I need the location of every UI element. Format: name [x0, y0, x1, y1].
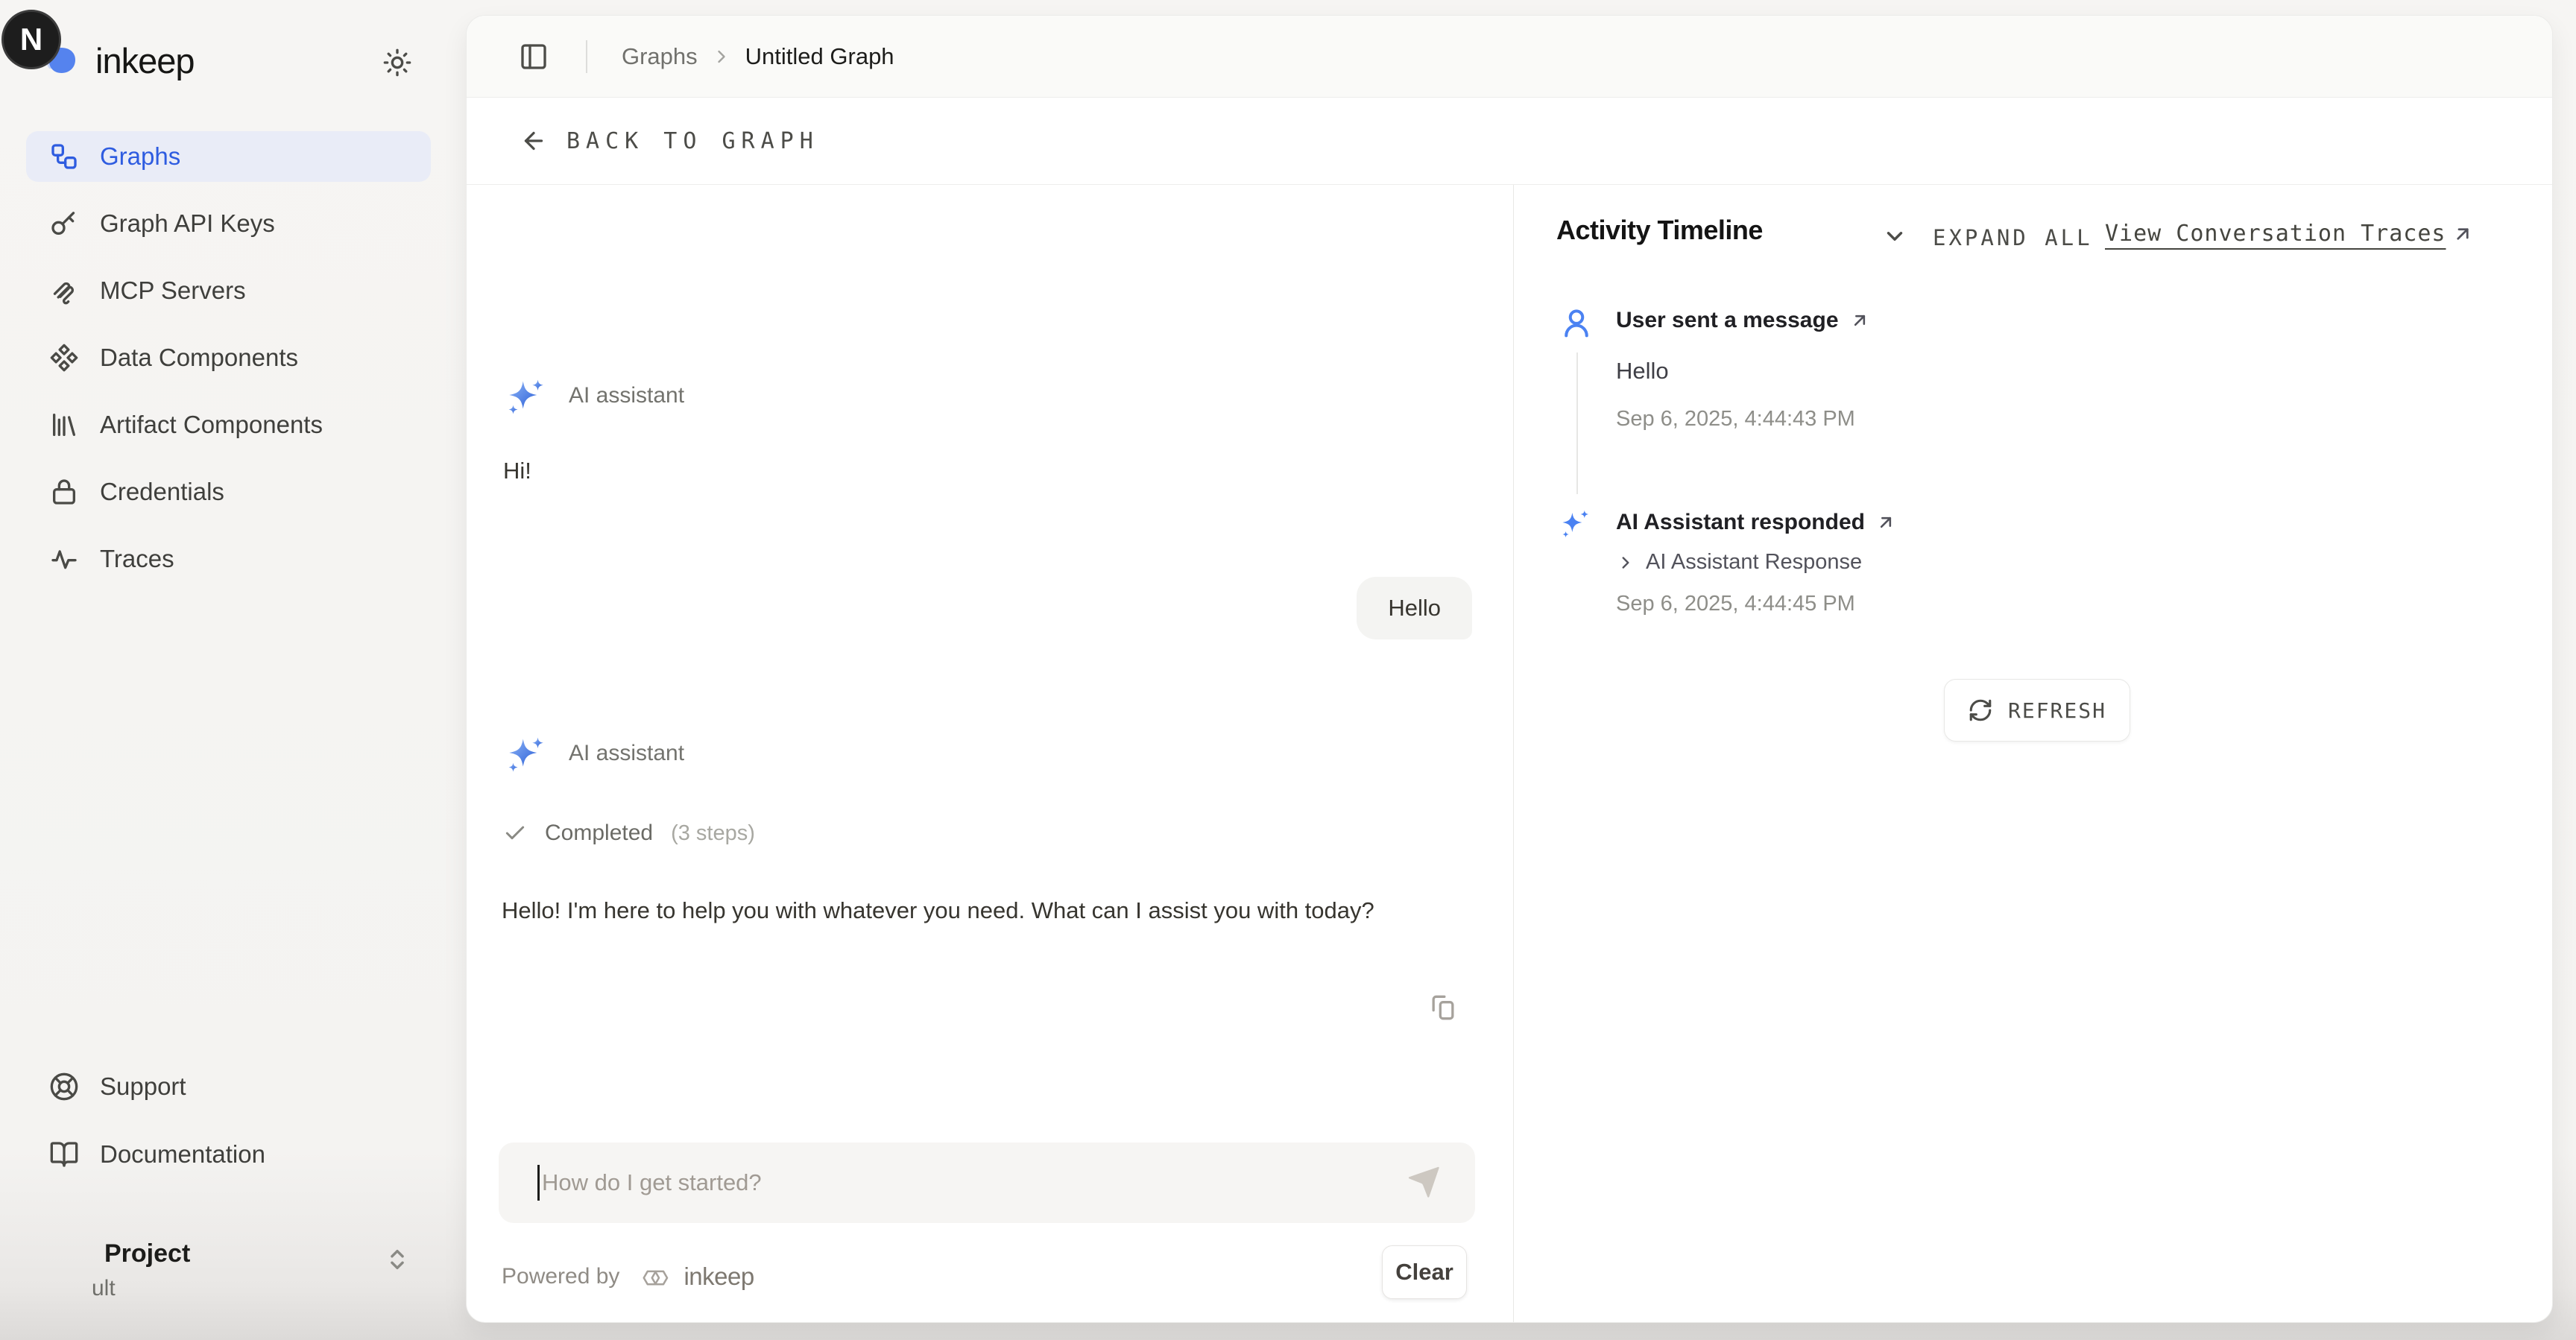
sidebar-item-graphs[interactable]: Graphs — [26, 131, 431, 182]
assistant-message: Hi! — [503, 458, 531, 484]
powered-by-row[interactable]: Powered by inkeep — [502, 1260, 754, 1293]
sun-icon — [382, 48, 412, 78]
chat-input-container — [499, 1143, 1475, 1223]
book-open-icon — [49, 1140, 79, 1169]
theme-toggle-button[interactable] — [379, 45, 415, 80]
timeline-event-timestamp: Sep 6, 2025, 4:44:43 PM — [1616, 407, 1855, 432]
timeline-event-body: Hello — [1616, 358, 1669, 385]
ai-sparkles-icon — [1557, 507, 1593, 543]
check-icon — [503, 821, 527, 845]
sidebar-item-label: Traces — [100, 545, 174, 573]
mcp-icon — [49, 276, 79, 306]
sidebar-item-label: Graph API Keys — [100, 209, 275, 238]
arrow-left-icon — [520, 127, 547, 154]
sidebar-item-mcp-servers[interactable]: MCP Servers — [26, 265, 431, 316]
main-panel: Graphs Untitled Graph BACK TO GRAPH AI a… — [466, 15, 2553, 1323]
expand-all-button[interactable]: EXPAND ALL — [1933, 225, 2093, 250]
nextjs-dev-badge[interactable]: N — [1, 10, 61, 69]
timeline-title: Activity Timeline — [1556, 215, 1763, 246]
sidebar-item-label: Graphs — [100, 142, 180, 171]
activity-icon — [49, 544, 79, 574]
top-bar: Graphs Untitled Graph — [467, 16, 2552, 98]
timeline-event-title[interactable]: AI Assistant responded — [1616, 510, 1896, 535]
sidebar-toggle-icon[interactable] — [519, 42, 549, 72]
collapsed-label: AI Assistant Response — [1646, 550, 1862, 575]
sidebar-item-data-components[interactable]: Data Components — [26, 332, 431, 383]
sidebar-item-label: Support — [100, 1072, 186, 1101]
sidebar-item-traces[interactable]: Traces — [26, 534, 431, 584]
sidebar-item-label: Data Components — [100, 344, 298, 372]
assistant-label: AI assistant — [569, 383, 684, 408]
sidebar-item-artifact-components[interactable]: Artifact Components — [26, 399, 431, 450]
clear-button[interactable]: Clear — [1382, 1245, 1467, 1299]
brand-name: inkeep — [95, 40, 195, 81]
assistant-response: Hello! I'm here to help you with whateve… — [502, 891, 1471, 930]
text-caret — [537, 1165, 540, 1201]
chevron-right-icon — [1616, 553, 1635, 572]
chat-input[interactable] — [542, 1143, 1399, 1223]
sidebar: inkeep Graphs Graph API Keys — [0, 0, 466, 1340]
sidebar-item-label: Artifact Components — [100, 411, 323, 439]
user-message-bubble: Hello — [1357, 577, 1472, 639]
status-label: Completed — [545, 821, 653, 846]
sidebar-item-label: Documentation — [100, 1140, 265, 1169]
divider — [586, 40, 587, 73]
copy-button[interactable] — [1427, 991, 1459, 1024]
assistant-label: AI assistant — [569, 741, 684, 766]
breadcrumb-page: Untitled Graph — [745, 43, 894, 70]
view-conversation-traces-link[interactable]: View Conversation Traces — [2105, 221, 2474, 247]
view-traces-label: View Conversation Traces — [2105, 221, 2446, 247]
chevrons-up-down-icon — [385, 1247, 410, 1272]
badge-letter: N — [20, 22, 42, 57]
arrow-up-right-icon — [1849, 310, 1870, 331]
refresh-icon — [1968, 698, 1993, 723]
brand-logo[interactable]: inkeep — [37, 37, 195, 83]
sidebar-item-label: MCP Servers — [100, 276, 246, 305]
completion-status[interactable]: Completed (3 steps) — [503, 821, 755, 846]
project-switcher[interactable]: Project ult — [26, 1222, 431, 1312]
lock-icon — [49, 477, 79, 507]
timeline-event-title[interactable]: User sent a message — [1616, 308, 1870, 333]
timeline-event-collapsed-row[interactable]: AI Assistant Response — [1616, 550, 1862, 575]
refresh-button[interactable]: REFRESH — [1944, 679, 2130, 742]
library-icon — [49, 410, 79, 440]
chevron-right-icon — [711, 46, 732, 67]
project-name: Project — [104, 1239, 190, 1268]
timeline-connector — [1576, 353, 1578, 494]
sidebar-item-support[interactable]: Support — [26, 1061, 431, 1112]
user-icon — [1560, 306, 1593, 339]
arrow-up-right-icon — [1875, 512, 1896, 533]
chat-panel: AI assistant Hi! Hello AI assistant Comp… — [467, 185, 1514, 1323]
sidebar-item-graph-api-keys[interactable]: Graph API Keys — [26, 198, 431, 249]
inkeep-outline-logo-icon — [637, 1260, 673, 1293]
breadcrumb-section[interactable]: Graphs — [622, 43, 698, 70]
sidebar-item-credentials[interactable]: Credentials — [26, 467, 431, 517]
ai-sparkles-icon — [503, 376, 548, 420]
ai-sparkles-icon — [503, 733, 548, 778]
sidebar-item-label: Credentials — [100, 478, 224, 506]
powered-by-label: Powered by — [502, 1264, 619, 1289]
project-subtitle: ult — [92, 1276, 116, 1301]
event-title-label: AI Assistant responded — [1616, 510, 1865, 535]
powered-brand: inkeep — [684, 1262, 754, 1291]
timeline-event-timestamp: Sep 6, 2025, 4:44:45 PM — [1616, 592, 1855, 616]
arrow-up-right-icon — [2452, 223, 2474, 245]
back-label: BACK TO GRAPH — [566, 128, 819, 154]
sidebar-nav: Graphs Graph API Keys MCP Servers — [26, 131, 431, 601]
back-to-graph-button[interactable]: BACK TO GRAPH — [467, 98, 2552, 185]
refresh-label: REFRESH — [2008, 698, 2106, 723]
key-icon — [49, 209, 79, 238]
workflow-icon — [49, 142, 79, 171]
component-icon — [49, 343, 79, 373]
event-title-label: User sent a message — [1616, 308, 1839, 333]
sidebar-item-documentation[interactable]: Documentation — [26, 1129, 431, 1180]
life-buoy-icon — [49, 1072, 79, 1102]
chevron-down-icon[interactable] — [1882, 224, 1907, 249]
sidebar-footer-nav: Support Documentation — [26, 1061, 431, 1197]
send-icon[interactable] — [1405, 1163, 1442, 1201]
status-steps: (3 steps) — [671, 821, 755, 846]
activity-timeline-panel: Activity Timeline EXPAND ALL View Conver… — [1514, 185, 2552, 1323]
